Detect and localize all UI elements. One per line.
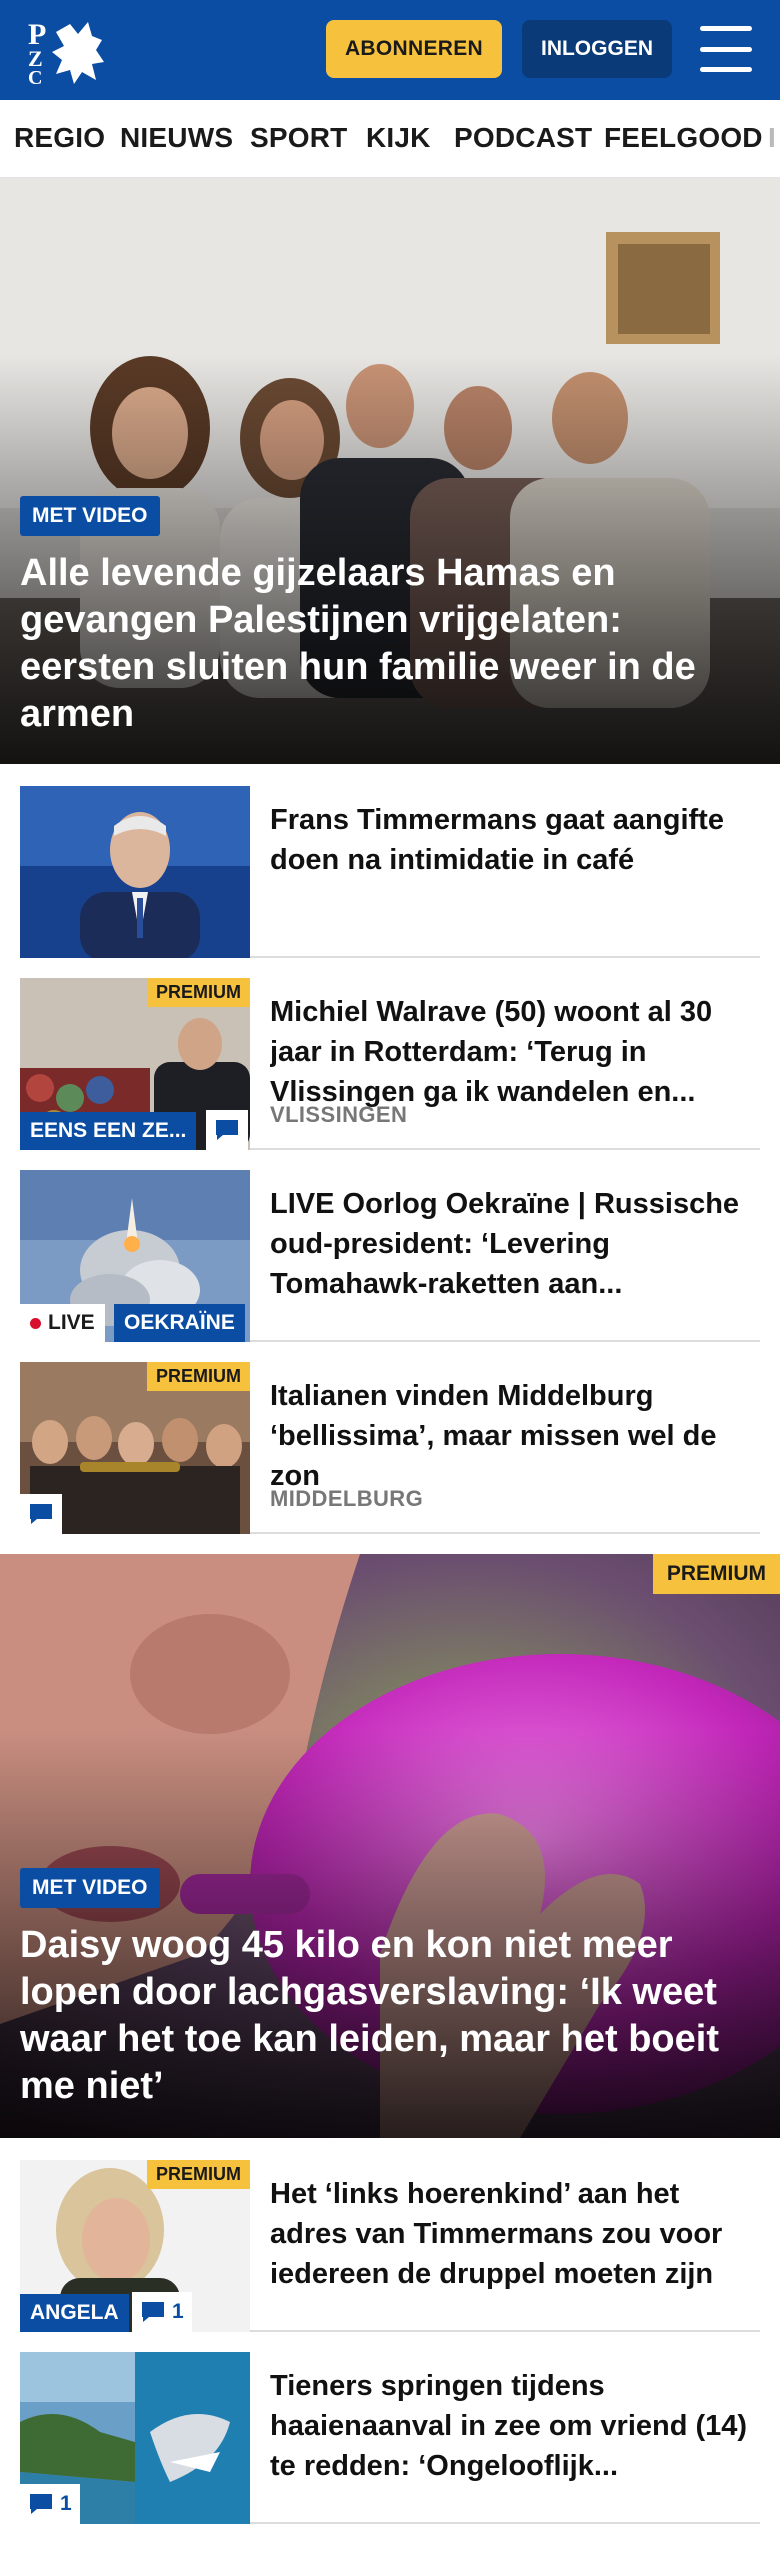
hero-title[interactable]: Alle levende gijzelaars Hamas en gevange… <box>20 550 760 738</box>
nav-item-feelgood[interactable]: FEELGOOD <box>604 122 763 154</box>
section-nav: REGIO NIEUWS SPORT KIJK PODCAST FEELGOOD… <box>0 100 780 178</box>
premium-badge: PREMIUM <box>147 1362 250 1391</box>
article-title[interactable]: Het ‘links hoerenkind’ aan het adres van… <box>270 2174 750 2294</box>
premium-badge: PREMIUM <box>147 2160 250 2189</box>
article-title[interactable]: Michiel Walrave (50) woont al 30 jaar in… <box>270 992 750 1112</box>
list-item-timmermans[interactable]: Frans Timmermans gaat aangifte doen na i… <box>20 786 760 958</box>
premium-badge: PREMIUM <box>147 978 250 1007</box>
comment-icon <box>30 1504 52 1524</box>
premium-badge: PREMIUM <box>652 1554 780 1594</box>
hamburger-menu-icon[interactable] <box>700 26 752 72</box>
subscribe-button[interactable]: ABONNEREN <box>326 20 502 78</box>
article-location: VLISSINGEN <box>270 1102 408 1127</box>
topic-label: OEKRAÏNE <box>114 1304 245 1342</box>
comment-count: 1 <box>172 2300 184 2323</box>
thumbnail-walrave: PREMIUM EENS EEN ZE... <box>20 978 250 1150</box>
thumbnail-missile-launch: LIVE OEKRAÏNE <box>20 1170 250 1342</box>
thumbnail-middelburg-group: PREMIUM <box>20 1362 250 1534</box>
login-button[interactable]: INLOGGEN <box>522 20 672 78</box>
article-title[interactable]: LIVE Oorlog Oekraïne | Russische oud-pre… <box>270 1184 750 1304</box>
article-title[interactable]: Frans Timmermans gaat aangifte doen na i… <box>270 800 750 880</box>
list-item-walrave[interactable]: PREMIUM EENS EEN ZE... Michiel Walrave (… <box>20 978 760 1150</box>
comment-icon <box>216 1120 238 1140</box>
nav-item-regio[interactable]: REGIO <box>14 122 105 154</box>
list-item-angela-column[interactable]: PREMIUM ANGELA 1 Het ‘links hoerenkind’ … <box>20 2160 760 2332</box>
nav-item-sport[interactable]: SPORT <box>250 122 347 154</box>
video-badge: MET VIDEO <box>20 496 160 536</box>
nav-item-kijk[interactable]: KIJK <box>366 122 431 154</box>
comments-indicator[interactable] <box>206 1110 248 1150</box>
author-label: ANGELA <box>20 2294 129 2332</box>
list-item-middelburg[interactable]: PREMIUM Italianen vinden Middelburg ‘bel… <box>20 1362 760 1534</box>
comments-indicator[interactable] <box>20 1494 62 1534</box>
article-title[interactable]: Tieners springen tijdens haaienaanval in… <box>270 2366 750 2486</box>
list-item-ukraine-live[interactable]: LIVE OEKRAÏNE LIVE Oorlog Oekraïne | Rus… <box>20 1170 760 1342</box>
nav-item-nieuws[interactable]: NIEUWS <box>120 122 233 154</box>
live-text: LIVE <box>48 1311 95 1334</box>
svg-text:C: C <box>28 67 42 86</box>
nav-item-podcast[interactable]: PODCAST <box>454 122 592 154</box>
live-label: LIVE <box>20 1304 105 1342</box>
live-dot-icon <box>30 1317 41 1329</box>
thumbnail-timmermans <box>20 786 250 958</box>
comment-icon <box>30 2494 52 2514</box>
article-location: MIDDELBURG <box>270 1486 424 1511</box>
nav-item-more[interactable]: I <box>768 122 776 154</box>
video-badge: MET VIDEO <box>20 1868 160 1908</box>
comments-indicator[interactable]: 1 <box>132 2292 192 2332</box>
site-header: P Z C ABONNEREN INLOGGEN <box>0 0 780 100</box>
comment-count: 1 <box>60 2492 72 2515</box>
series-label: EENS EEN ZE... <box>20 1112 197 1150</box>
pzc-logo[interactable]: P Z C <box>26 14 112 89</box>
hero-article-hostages[interactable]: MET VIDEO Alle levende gijzelaars Hamas … <box>0 178 780 764</box>
hero-title[interactable]: Daisy woog 45 kilo en kon niet meer lope… <box>20 1922 760 2110</box>
comment-icon <box>142 2302 164 2322</box>
list-item-shark-attack[interactable]: 1 Tieners springen tijdens haaienaanval … <box>20 2352 760 2524</box>
hero-article-daisy[interactable]: PREMIUM MET VIDEO Daisy woog 45 kilo en … <box>0 1554 780 2138</box>
thumbnail-angela-portrait: PREMIUM ANGELA 1 <box>20 2160 250 2332</box>
article-title[interactable]: Italianen vinden Middelburg ‘bellissima’… <box>270 1376 750 1496</box>
comments-indicator[interactable]: 1 <box>20 2484 80 2524</box>
thumbnail-shark-coast: 1 <box>20 2352 250 2524</box>
